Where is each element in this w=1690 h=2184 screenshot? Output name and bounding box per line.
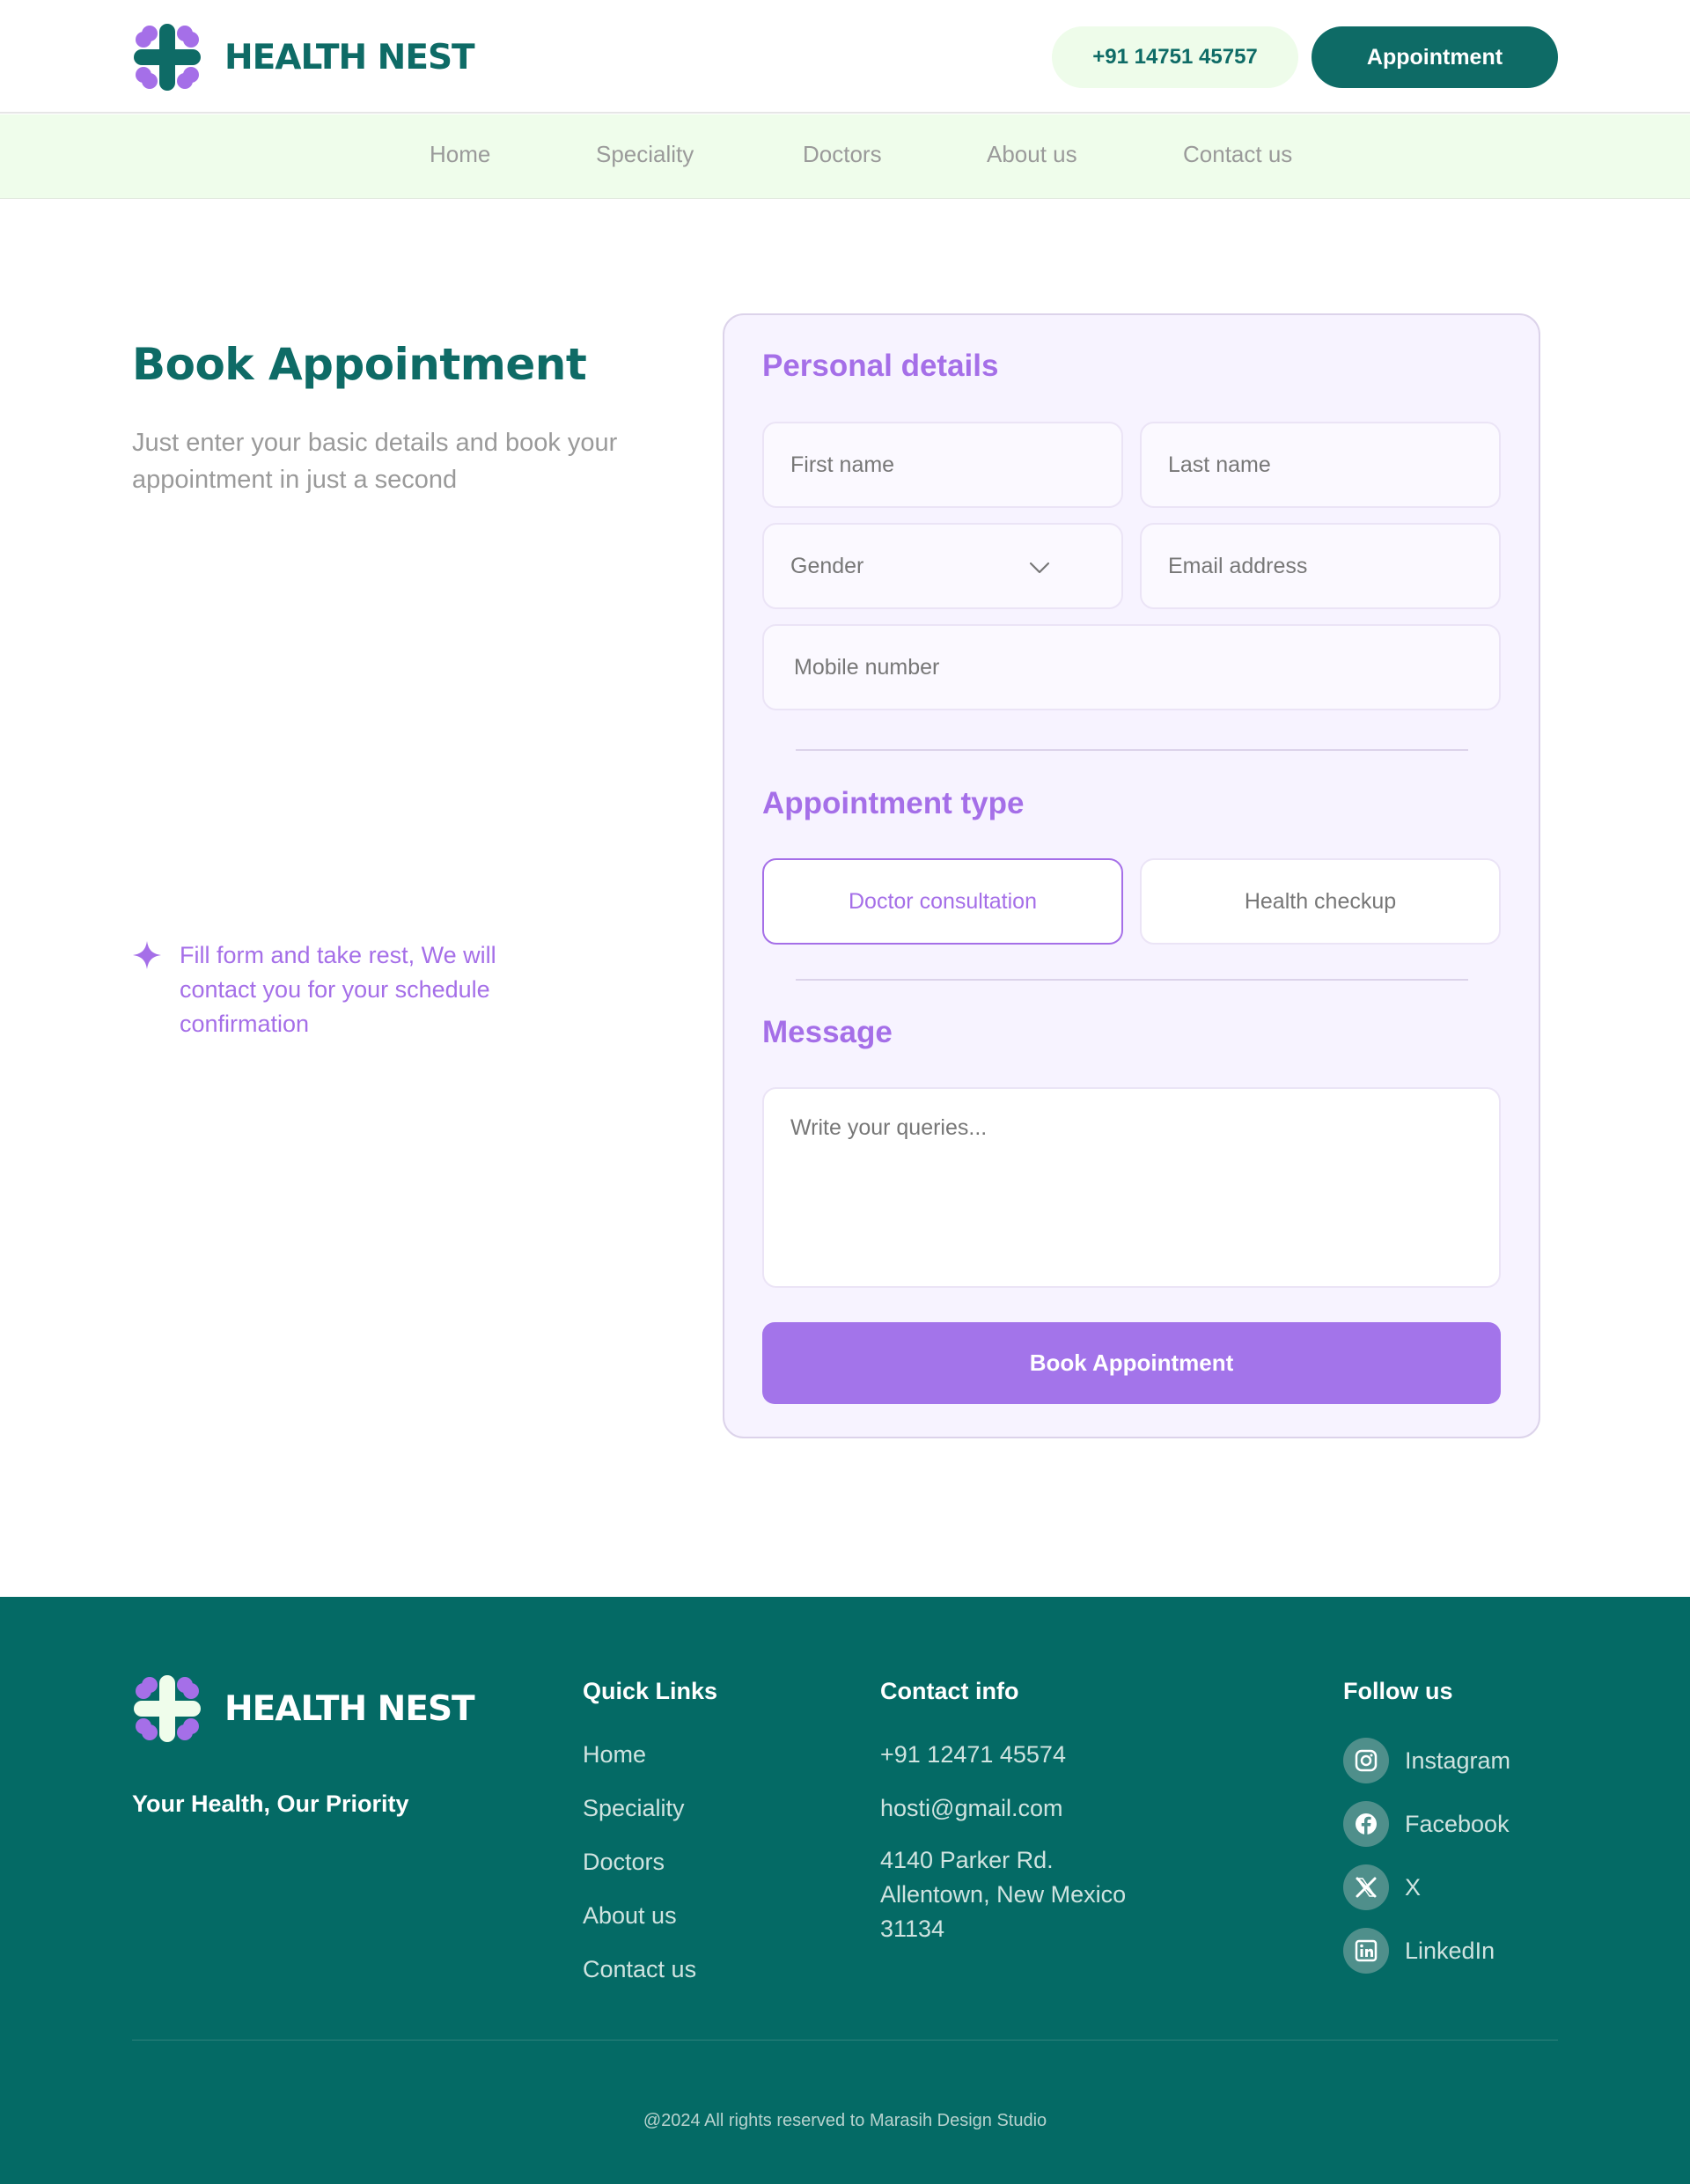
first-name-field[interactable] [762,422,1123,508]
header-appointment-button[interactable]: Appointment [1312,26,1558,88]
page-title: Book Appointment [132,339,587,390]
section-divider [796,749,1468,751]
book-appointment-button[interactable]: Book Appointment [762,1322,1501,1404]
last-name-input[interactable] [1168,452,1499,478]
social-linkedin[interactable]: LinkedIn [1343,1928,1495,1974]
footer-tagline: Your Health, Our Priority [132,1791,409,1817]
personal-details-heading: Personal details [762,349,999,383]
x-icon [1343,1864,1389,1910]
sparkle-icon [133,941,161,969]
message-textarea[interactable] [790,1115,1473,1260]
facebook-icon [1343,1801,1389,1847]
social-label: X [1405,1873,1422,1901]
footer-phone[interactable]: +91 12471 45574 [880,1741,1066,1769]
header-phone-button[interactable]: +91 14751 45757 [1052,26,1298,88]
gender-select-label: Gender [790,553,864,578]
section-divider [796,979,1468,981]
footer-link-doctors[interactable]: Doctors [583,1849,665,1876]
gender-select[interactable]: Gender [762,523,1123,609]
footer-link-speciality[interactable]: Speciality [583,1795,685,1822]
footer-link-home[interactable]: Home [583,1741,646,1769]
brand-name: HEALTH NEST [224,37,475,77]
confirmation-note: Fill form and take rest, We will contact… [132,938,537,1041]
doctor-consultation-option[interactable]: Doctor consultation [762,858,1123,945]
mobile-field[interactable] [762,624,1501,710]
health-checkup-option[interactable]: Health checkup [1140,858,1501,945]
social-label: Facebook [1405,1810,1510,1837]
footer-brand-name: HEALTH NEST [224,1688,475,1729]
linkedin-icon [1343,1928,1389,1974]
health-cross-icon [134,24,201,91]
nav-item-doctors[interactable]: Doctors [803,141,882,168]
email-field[interactable] [1140,523,1501,609]
nav-item-about-us[interactable]: About us [987,141,1077,168]
mobile-input[interactable] [794,654,1499,680]
footer-link-contact-us[interactable]: Contact us [583,1956,696,1983]
footer-email[interactable]: hosti@gmail.com [880,1795,1062,1822]
brand-logo[interactable]: HEALTH NEST [132,22,475,92]
follow-us-heading: Follow us [1343,1678,1453,1704]
email-input[interactable] [1168,553,1499,579]
footer-address: 4140 Parker Rd. Allentown, New Mexico 31… [880,1847,1127,1942]
note-text: Fill form and take rest, We will contact… [180,942,496,1037]
social-facebook[interactable]: Facebook [1343,1801,1510,1847]
quick-links-heading: Quick Links [583,1678,718,1704]
social-instagram[interactable]: Instagram [1343,1738,1510,1783]
site-header: HEALTH NEST +91 14751 45757 Appointment [0,0,1690,114]
message-heading: Message [762,1015,893,1049]
contact-info-heading: Contact info [880,1678,1019,1704]
chevron-down-icon [1029,562,1050,574]
page-subtitle: Just enter your basic details and book y… [132,429,618,494]
copyright-text: @2024 All rights reserved to Marasih Des… [643,2111,1047,2130]
nav-item-speciality[interactable]: Speciality [596,141,694,168]
message-field[interactable] [762,1087,1501,1288]
nav-item-contact-us[interactable]: Contact us [1183,141,1292,168]
nav-item-home[interactable]: Home [430,141,490,168]
main-nav: Home Speciality Doctors About us Contact… [0,114,1690,199]
footer-link-about-us[interactable]: About us [583,1902,677,1930]
site-footer: HEALTH NEST Your Health, Our Priority Qu… [0,1597,1690,2184]
footer-brand-logo[interactable]: HEALTH NEST [132,1673,475,1744]
instagram-icon [1343,1738,1389,1783]
social-label: LinkedIn [1405,1937,1495,1964]
appointment-form-card: Personal details Gender Appointment type… [723,313,1540,1438]
appointment-type-heading: Appointment type [762,786,1025,820]
footer-divider [132,2040,1558,2041]
health-cross-icon [134,1675,201,1742]
social-x[interactable]: X [1343,1864,1421,1910]
last-name-field[interactable] [1140,422,1501,508]
social-label: Instagram [1405,1746,1511,1774]
first-name-input[interactable] [790,452,1121,478]
